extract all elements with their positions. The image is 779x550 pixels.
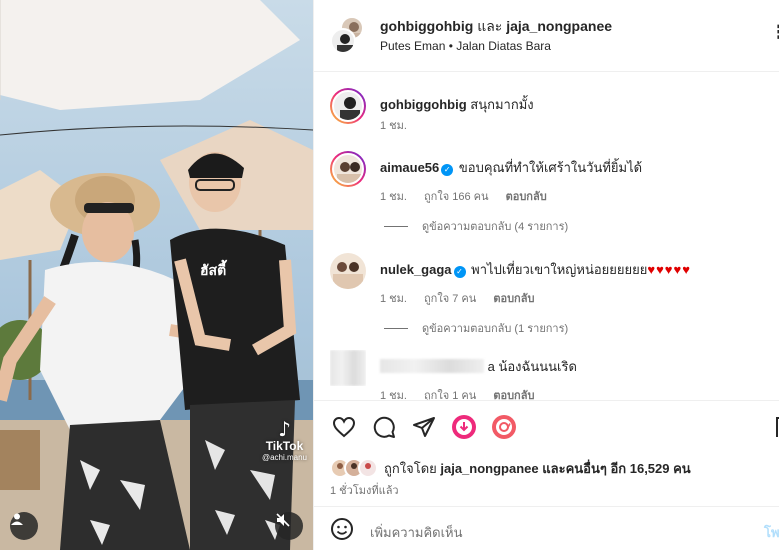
avatar[interactable] [330, 151, 366, 187]
add-comment-bar: เพิ่มความคิดเห็น โพ [314, 506, 779, 550]
reply-button[interactable]: ตอบกลับ [493, 293, 534, 305]
heart-icon[interactable] [330, 413, 358, 441]
comment-text: ขอบคุณที่ทำให้เศร้าในวันที่ยิ้มได้ [458, 160, 643, 175]
comment-username[interactable]: nulek_gaga [380, 262, 452, 277]
comment-likes[interactable]: ถูกใจ 7 คน [424, 293, 476, 305]
comment-time[interactable]: 1 ชม. [380, 390, 407, 400]
emoji-icon[interactable] [330, 517, 354, 541]
verified-badge-icon: ✓ [453, 266, 466, 278]
comment-input[interactable]: เพิ่มความคิดเห็น [370, 522, 463, 543]
post-authors: gohbiggohbig และ jaja_nongpanee [380, 16, 612, 38]
author-username-2[interactable]: jaja_nongpanee [506, 18, 612, 34]
user-tag-button[interactable] [10, 512, 38, 540]
replies-divider [384, 225, 408, 227]
tiktok-brand: TikTok [265, 439, 304, 453]
liked-by-and: และ [542, 460, 566, 476]
avatar[interactable] [330, 350, 366, 386]
hearts-emoji-icon: ♥♥♥♥♥ [647, 262, 691, 277]
comment-time[interactable]: 1 ชม. [380, 293, 407, 305]
comment-time[interactable]: 1 ชม. [380, 120, 407, 132]
muted-speaker-icon [276, 513, 290, 527]
verified-badge-icon: ✓ [441, 164, 454, 176]
blurred-username [380, 359, 484, 373]
repost-icon[interactable] [490, 413, 518, 441]
collab-avatars[interactable] [330, 16, 366, 54]
comments-list: gohbiggohbig สนุกมากมั้ง 1 ชม. aimaue56 ✓… [314, 72, 779, 400]
liked-by[interactable]: ถูกใจโดย jaja_nongpanee และคนอื่นๆ อีก 1… [330, 457, 691, 479]
media-scene: ฮัสตี้ [0, 0, 313, 550]
post-media[interactable]: ฮัสตี้ ♪ TikTok @achi.manu [0, 0, 313, 550]
liked-by-others[interactable]: คนอื่นๆ อีก 16,529 คน [566, 461, 691, 476]
view-replies-label: ดูข้อความตอบกลับ (1 รายการ) [422, 323, 569, 335]
comment-username[interactable]: gohbiggohbig [380, 97, 467, 112]
post-actions: ถูกใจโดย jaja_nongpanee และคนอื่นๆ อีก 1… [314, 400, 779, 506]
avatar[interactable] [330, 253, 366, 289]
replies-divider [384, 327, 408, 329]
avatar[interactable] [330, 88, 366, 124]
reply-button[interactable]: ตอบกลับ [506, 191, 547, 203]
caption: gohbiggohbig สนุกมากมั้ง 1 ชม. [330, 88, 770, 138]
view-replies-label: ดูข้อความตอบกลับ (4 รายการ) [422, 221, 569, 233]
post-header: gohbiggohbig และ jaja_nongpanee Putes Em… [314, 0, 779, 72]
comment-time[interactable]: 1 ชม. [380, 191, 407, 203]
tiktok-handle: @achi.manu [261, 453, 307, 462]
comment-item: a น้องฉันนนเริด 1 ชม. ถูกใจ 1 คน ตอบกลับ [330, 350, 770, 400]
comment-likes[interactable]: ถูกใจ 166 คน [424, 191, 488, 203]
liked-by-user[interactable]: jaja_nongpanee [440, 461, 538, 476]
reply-button[interactable]: ตอบกลับ [493, 390, 534, 400]
avatar [358, 458, 378, 478]
authors-conjunction: และ [477, 18, 503, 34]
avatar[interactable] [330, 28, 356, 54]
tiktok-watermark: ♪ TikTok @achi.manu [262, 419, 307, 462]
more-options-icon[interactable]: ⋮ [770, 22, 779, 43]
liked-by-prefix: ถูกใจโดย [384, 460, 437, 476]
user-tag-icon [11, 513, 23, 525]
download-icon[interactable] [450, 413, 478, 441]
post-comment-button[interactable]: โพ [764, 522, 779, 543]
post-timestamp[interactable]: 1 ชั่วโมงที่แล้ว [330, 481, 399, 499]
mute-button[interactable] [275, 512, 303, 540]
post-location[interactable]: Putes Eman • Jalan Diatas Bara [380, 39, 551, 53]
share-icon[interactable] [410, 413, 438, 441]
comment-icon[interactable] [370, 413, 398, 441]
tiktok-logo-icon: ♪ [278, 417, 291, 441]
view-replies-button[interactable]: ดูข้อความตอบกลับ (1 รายการ) [384, 319, 568, 337]
comment-likes[interactable]: ถูกใจ 1 คน [424, 390, 476, 400]
comment-text: พาไปเที่ยวเขาใหญ่หน่อยยยยยย [471, 262, 648, 277]
comment-text: a น้องฉันนนเริด [487, 359, 577, 374]
post-panel: gohbiggohbig และ jaja_nongpanee Putes Em… [313, 0, 779, 550]
comment-username[interactable]: aimaue56 [380, 160, 439, 175]
author-username-1[interactable]: gohbiggohbig [380, 18, 473, 34]
view-replies-button[interactable]: ดูข้อความตอบกลับ (4 รายการ) [384, 217, 568, 235]
comment-text: สนุกมากมั้ง [470, 97, 534, 112]
